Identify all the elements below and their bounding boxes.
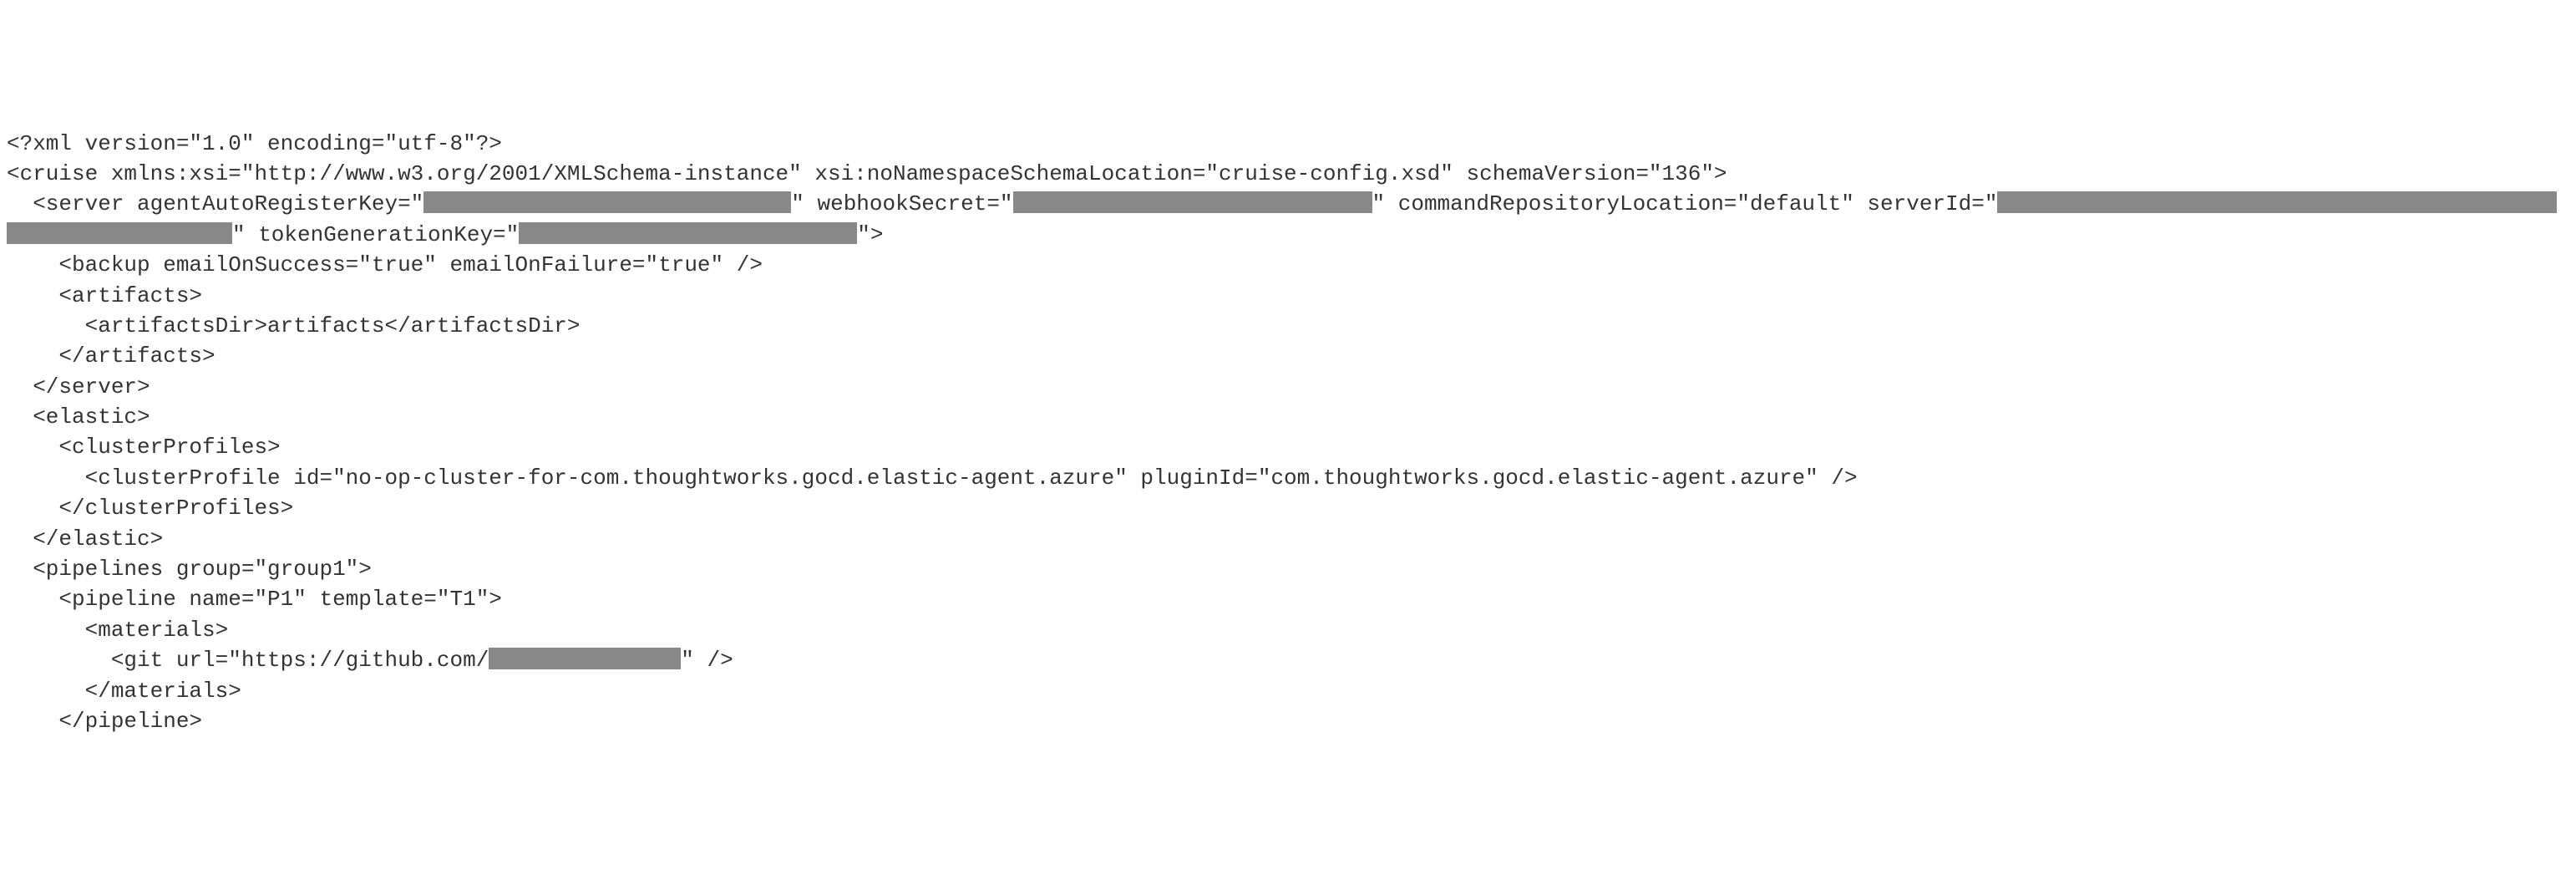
cluster-profile: <clusterProfile id="no-op-cluster-for-co… — [7, 465, 1858, 491]
redacted-server-id — [1997, 191, 2557, 213]
redacted-webhook-secret — [1013, 191, 1372, 213]
materials-close: </materials> — [7, 679, 241, 704]
artifacts-close: </artifacts> — [7, 343, 216, 369]
server-close: </server> — [7, 374, 150, 399]
pipeline-close: </pipeline> — [7, 709, 202, 734]
pipeline-open: <pipeline name="P1" template="T1"> — [7, 587, 502, 612]
backup-element: <backup emailOnSuccess="true" emailOnFai… — [7, 252, 763, 277]
elastic-open: <elastic> — [7, 404, 150, 430]
server-part2: " webhookSecret=" — [791, 191, 1012, 216]
git-part2: " /> — [681, 648, 733, 673]
redacted-agent-auto-register-key — [423, 191, 791, 213]
materials-open: <materials> — [7, 618, 228, 643]
server-part4: " tokenGenerationKey=" — [232, 222, 519, 247]
server-element-line1: <server agentAutoRegisterKey=" " webhookS… — [7, 191, 2557, 216]
redacted-token-generation-key — [519, 222, 857, 244]
server-part1: <server agentAutoRegisterKey=" — [7, 191, 423, 216]
cruise-element-open: <cruise xmlns:xsi="http://www.w3.org/200… — [7, 161, 1727, 186]
redacted-server-id-cont — [7, 222, 232, 244]
git-part1: <git url="https://github.com/ — [7, 648, 489, 673]
redacted-git-url — [489, 648, 681, 669]
code-block: <?xml version="1.0" encoding="utf-8"?> <… — [7, 129, 2569, 737]
elastic-close: </elastic> — [7, 526, 163, 552]
cluster-profiles-open: <clusterProfiles> — [7, 435, 281, 460]
pipelines-open: <pipelines group="group1"> — [7, 557, 372, 582]
artifacts-open: <artifacts> — [7, 283, 202, 308]
artifacts-dir: <artifactsDir>artifacts</artifactsDir> — [7, 313, 581, 338]
server-part5: "> — [857, 222, 883, 247]
server-element-line2: " tokenGenerationKey=" "> — [7, 222, 883, 247]
xml-declaration: <?xml version="1.0" encoding="utf-8"?> — [7, 131, 502, 156]
cluster-profiles-close: </clusterProfiles> — [7, 496, 293, 521]
git-element: <git url="https://github.com/ " /> — [7, 648, 733, 673]
server-part3: " commandRepositoryLocation="default" se… — [1372, 191, 1998, 216]
